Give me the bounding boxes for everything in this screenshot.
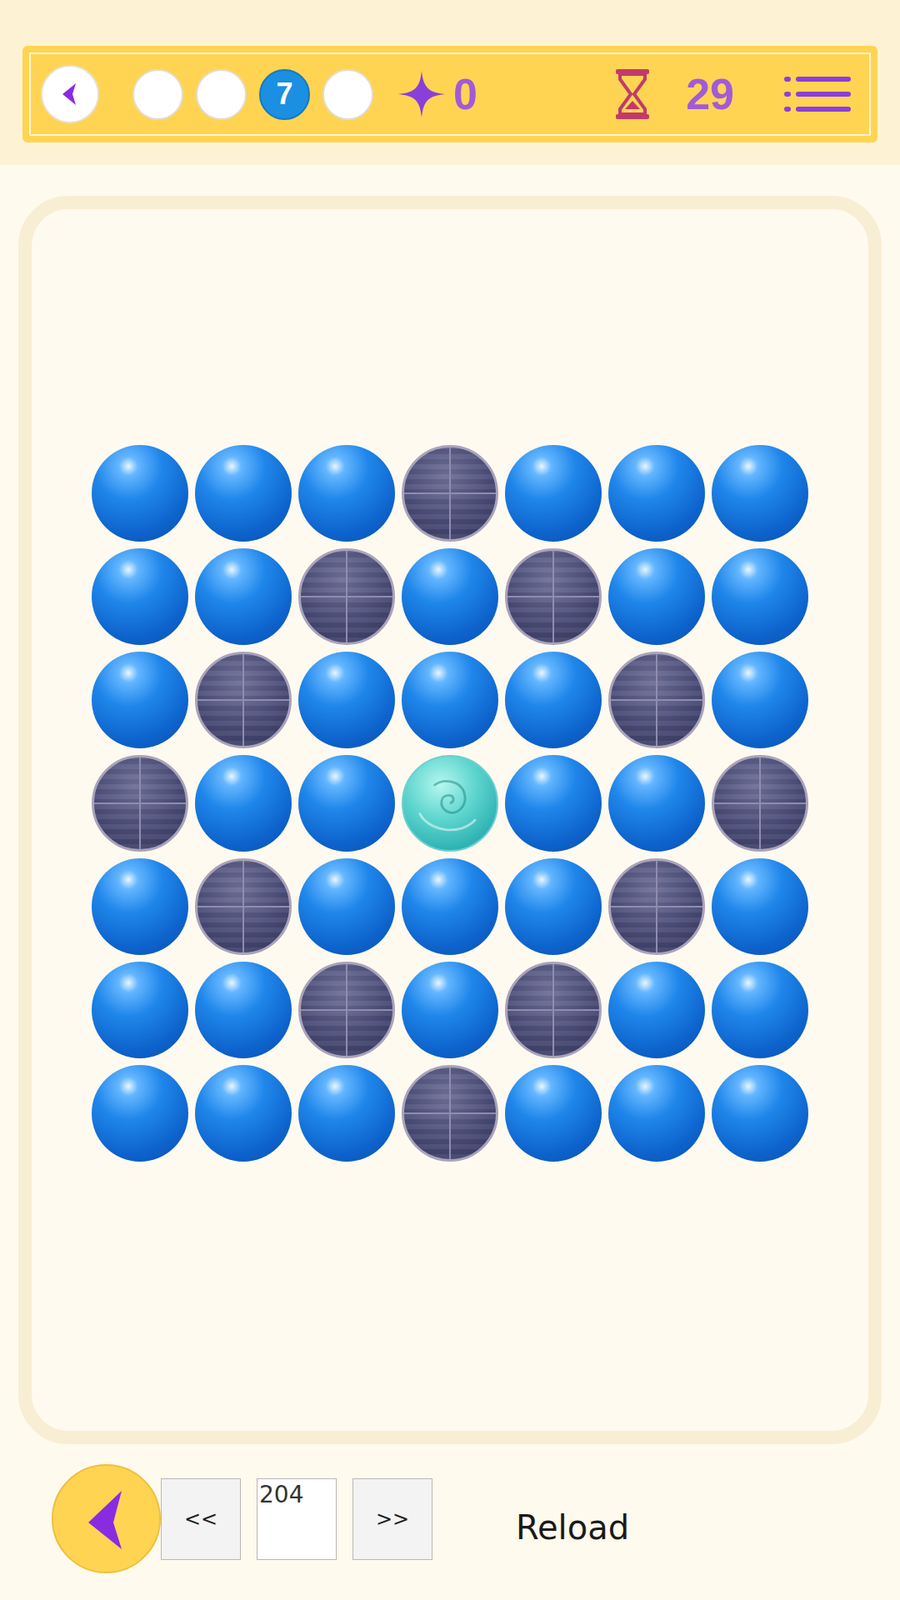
next-button[interactable]: >> (352, 1478, 433, 1560)
stone-ball[interactable] (298, 548, 395, 645)
blue-ball[interactable] (91, 858, 189, 955)
stone-ball[interactable] (401, 1065, 499, 1162)
level-indicators: 7 (132, 69, 374, 120)
menu-icon (784, 75, 851, 114)
blue-ball[interactable] (608, 755, 705, 852)
gem-ball[interactable] (401, 755, 499, 852)
star-icon (396, 69, 447, 120)
blue-ball[interactable] (195, 961, 292, 1059)
back-button[interactable] (40, 65, 100, 124)
level-dot (322, 69, 374, 120)
level-dot (195, 69, 247, 120)
stone-ball[interactable] (401, 445, 499, 542)
game-screen: 7 0 29 << 204 >> Reload (0, 0, 900, 1600)
footer: << 204 >> Reload (0, 1444, 900, 1600)
blue-ball[interactable] (401, 858, 499, 955)
blue-ball[interactable] (298, 1065, 395, 1162)
chevron-left-icon (55, 80, 85, 109)
blue-ball[interactable] (711, 548, 809, 645)
blue-ball[interactable] (195, 548, 292, 645)
stone-ball[interactable] (91, 755, 189, 852)
timer: 29 (612, 67, 735, 121)
stone-ball[interactable] (195, 858, 292, 955)
blue-ball[interactable] (91, 961, 189, 1059)
blue-ball[interactable] (711, 651, 809, 749)
stone-ball[interactable] (505, 548, 602, 645)
stone-ball[interactable] (608, 651, 705, 749)
blue-ball[interactable] (505, 755, 602, 852)
blue-ball[interactable] (711, 445, 809, 542)
blue-ball[interactable] (195, 445, 292, 542)
blue-ball[interactable] (401, 651, 499, 749)
blue-ball[interactable] (298, 858, 395, 955)
page-input[interactable]: 204 (256, 1478, 337, 1560)
blue-ball[interactable] (401, 961, 499, 1059)
blue-ball[interactable] (298, 755, 395, 852)
blue-ball[interactable] (505, 1065, 602, 1162)
level-dot: 7 (259, 69, 310, 120)
stone-ball[interactable] (608, 858, 705, 955)
blue-ball[interactable] (711, 961, 809, 1059)
blue-ball[interactable] (608, 961, 705, 1059)
menu-button[interactable] (784, 75, 851, 114)
blue-ball[interactable] (505, 858, 602, 955)
back-button[interactable] (51, 1464, 161, 1574)
blue-ball[interactable] (91, 1065, 189, 1162)
swirl-icon (403, 755, 497, 852)
blue-ball[interactable] (505, 445, 602, 542)
blue-ball[interactable] (195, 755, 292, 852)
chevron-left-icon (81, 1485, 132, 1553)
blue-ball[interactable] (298, 445, 395, 542)
blue-ball[interactable] (195, 1065, 292, 1162)
game-board (18, 195, 882, 1445)
blue-ball[interactable] (298, 651, 395, 749)
blue-ball[interactable] (91, 651, 189, 749)
blue-ball[interactable] (711, 858, 809, 955)
stars-counter: 0 (396, 69, 478, 120)
blue-ball[interactable] (91, 548, 189, 645)
header: 7 0 29 (0, 0, 900, 165)
hourglass-icon (612, 67, 653, 121)
reload-button[interactable]: Reload (515, 1491, 630, 1547)
blue-ball[interactable] (91, 445, 189, 542)
top-bar: 7 0 29 (22, 45, 878, 143)
stone-ball[interactable] (298, 961, 395, 1059)
stone-ball[interactable] (195, 651, 292, 749)
blue-ball[interactable] (505, 651, 602, 749)
stone-ball[interactable] (711, 755, 809, 852)
prev-button[interactable]: << (160, 1478, 241, 1560)
blue-ball[interactable] (608, 445, 705, 542)
stone-ball[interactable] (505, 961, 602, 1059)
blue-ball[interactable] (608, 548, 705, 645)
level-dot (132, 69, 184, 120)
blue-ball[interactable] (401, 548, 499, 645)
blue-ball[interactable] (608, 1065, 705, 1162)
blue-ball[interactable] (711, 1065, 809, 1162)
